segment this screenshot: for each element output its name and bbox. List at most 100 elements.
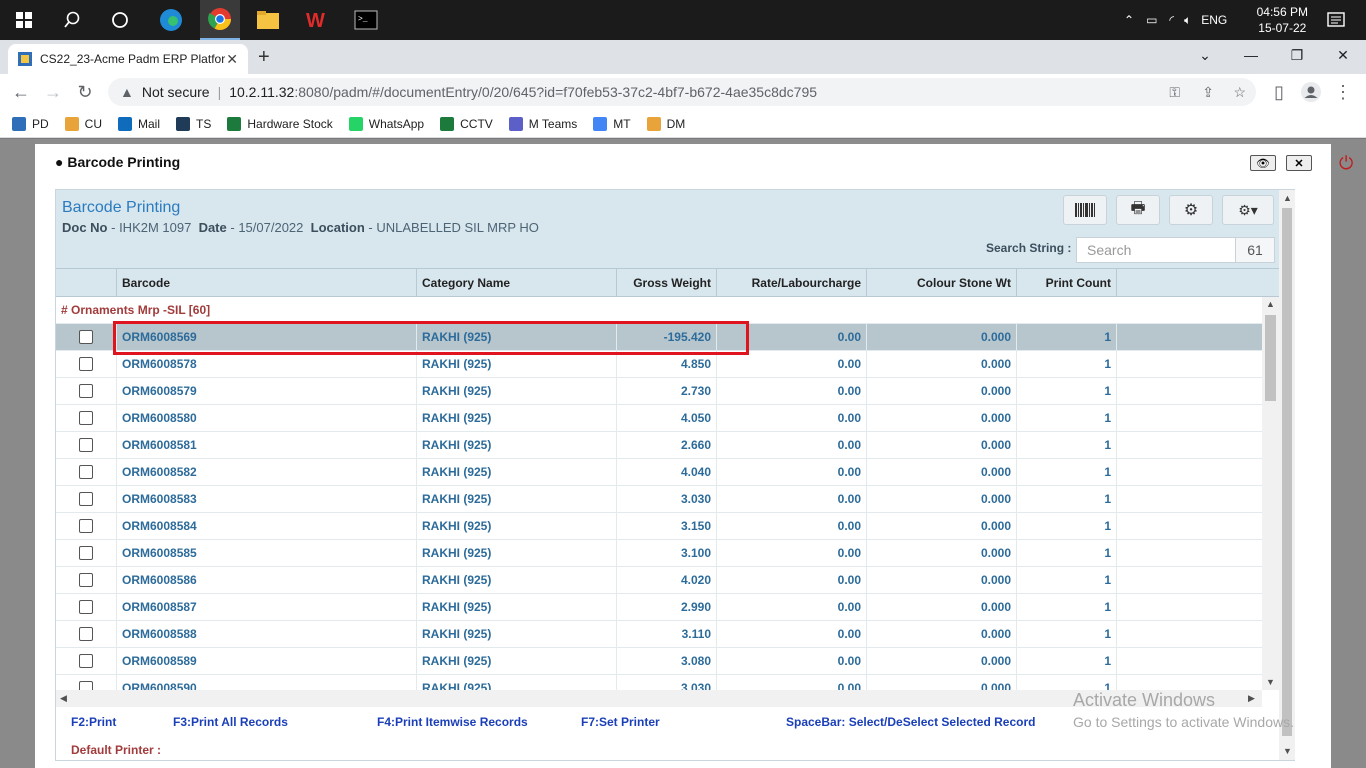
- hotkey-select[interactable]: SpaceBar: Select/DeSelect Selected Recor…: [786, 715, 1035, 729]
- search-icon[interactable]: [58, 6, 86, 34]
- hotkey-print-all[interactable]: F3:Print All Records: [173, 715, 288, 729]
- row-checkbox[interactable]: [79, 330, 93, 344]
- table-row[interactable]: ORM6008587 RAKHI (925) 2.990 0.00 0.000 1: [56, 594, 1262, 621]
- notification-icon[interactable]: [1322, 6, 1350, 34]
- row-checkbox[interactable]: [79, 546, 93, 560]
- table-row[interactable]: ORM6008580 RAKHI (925) 4.050 0.00 0.000 1: [56, 405, 1262, 432]
- bookmark-item[interactable]: M Teams: [508, 116, 577, 131]
- print-button[interactable]: 🖶︎: [1116, 195, 1160, 225]
- windows-start-icon[interactable]: [10, 6, 38, 34]
- hotkey-print[interactable]: F2:Print: [71, 715, 116, 729]
- chevron-up-icon[interactable]: ⌃: [1124, 13, 1134, 27]
- bookmark-item[interactable]: Hardware Stock: [227, 116, 333, 131]
- bookmark-item[interactable]: CCTV: [440, 116, 493, 131]
- row-checkbox[interactable]: [79, 573, 93, 587]
- key-icon[interactable]: ⚿: [1169, 84, 1180, 101]
- row-checkbox[interactable]: [79, 411, 93, 425]
- panel-scroll-thumb[interactable]: [1282, 208, 1292, 736]
- warning-icon[interactable]: ▲: [120, 84, 134, 100]
- barcode-button[interactable]: [1063, 195, 1107, 225]
- bookmark-item[interactable]: DM: [646, 116, 685, 131]
- address-bar[interactable]: ▲ Not secure | 10.2.11.32 :8080/padm/#/d…: [108, 78, 1256, 106]
- scroll-left-icon[interactable]: ◀: [60, 693, 67, 704]
- close-modal-button[interactable]: ✕: [1286, 155, 1312, 171]
- search-input[interactable]: [1076, 237, 1236, 263]
- clock[interactable]: 04:56 PM 15-07-22: [1257, 4, 1308, 36]
- row-checkbox[interactable]: [79, 465, 93, 479]
- row-checkbox[interactable]: [79, 492, 93, 506]
- column-category[interactable]: Category Name: [417, 269, 617, 296]
- table-row[interactable]: ORM6008586 RAKHI (925) 4.020 0.00 0.000 1: [56, 567, 1262, 594]
- bookmark-item[interactable]: PD: [12, 116, 49, 131]
- table-row[interactable]: ORM6008589 RAKHI (925) 3.080 0.00 0.000 1: [56, 648, 1262, 675]
- table-row[interactable]: ORM6008583 RAKHI (925) 3.030 0.00 0.000 1: [56, 486, 1262, 513]
- column-colour-stone[interactable]: Colour Stone Wt: [867, 269, 1017, 296]
- column-print-count[interactable]: Print Count: [1017, 269, 1117, 296]
- reload-button[interactable]: ↻: [72, 80, 98, 104]
- settings-button[interactable]: ⚙︎: [1169, 195, 1213, 225]
- bookmark-item[interactable]: MT: [593, 116, 631, 131]
- bookmark-item[interactable]: CU: [64, 116, 102, 131]
- minimize-button[interactable]: —: [1228, 40, 1274, 70]
- panel-scroll-down-icon[interactable]: ▼: [1283, 746, 1292, 756]
- back-button[interactable]: ←: [8, 80, 34, 104]
- hotkey-set-printer[interactable]: F7:Set Printer: [581, 715, 660, 729]
- bookmark-item[interactable]: TS: [176, 116, 211, 131]
- browser-tab[interactable]: CS22_23-Acme Padm ERP Platfor ✕: [8, 44, 248, 74]
- scroll-right-icon[interactable]: ▶: [1248, 693, 1255, 704]
- file-explorer-icon[interactable]: [254, 6, 282, 34]
- column-gross-weight[interactable]: Gross Weight: [617, 269, 717, 296]
- volume-icon[interactable]: 🔈︎: [1184, 13, 1191, 28]
- close-window-button[interactable]: ✕: [1320, 40, 1366, 70]
- share-icon[interactable]: ⇪: [1202, 84, 1214, 101]
- language-indicator[interactable]: ENG: [1201, 13, 1227, 27]
- bookmark-item[interactable]: WhatsApp: [348, 116, 424, 131]
- table-row[interactable]: ORM6008569 RAKHI (925) -195.420 0.00 0.000 1: [56, 324, 1262, 351]
- column-barcode[interactable]: Barcode: [117, 269, 417, 296]
- chrome-icon[interactable]: [200, 0, 240, 40]
- edge-icon[interactable]: [157, 6, 185, 34]
- table-row[interactable]: ORM6008584 RAKHI (925) 3.150 0.00 0.000 1: [56, 513, 1262, 540]
- side-panel-icon[interactable]: ▯: [1266, 80, 1292, 104]
- row-checkbox[interactable]: [79, 654, 93, 668]
- wps-office-icon[interactable]: W: [304, 6, 332, 34]
- close-tab-icon[interactable]: ✕: [226, 51, 238, 68]
- bookmark-star-icon[interactable]: ☆: [1233, 84, 1246, 101]
- table-row[interactable]: ORM6008588 RAKHI (925) 3.110 0.00 0.000 1: [56, 621, 1262, 648]
- bookmark-item[interactable]: Mail: [118, 116, 160, 131]
- restore-button[interactable]: ❐: [1274, 40, 1320, 70]
- hide-icon[interactable]: 👁︎: [1250, 155, 1276, 171]
- panel-scroll-up-icon[interactable]: ▲: [1283, 193, 1292, 203]
- profile-avatar[interactable]: [1298, 80, 1324, 104]
- column-rate[interactable]: Rate/Labourcharge: [717, 269, 867, 296]
- table-row[interactable]: ORM6008579 RAKHI (925) 2.730 0.00 0.000 1: [56, 378, 1262, 405]
- power-icon[interactable]: ⏻: [1339, 153, 1353, 174]
- battery-icon[interactable]: ▭: [1146, 13, 1157, 27]
- row-checkbox[interactable]: [79, 384, 93, 398]
- scroll-up-icon[interactable]: ▲: [1266, 299, 1275, 309]
- task-view-icon[interactable]: [106, 6, 134, 34]
- forward-button[interactable]: →: [40, 80, 66, 104]
- group-row[interactable]: # Ornaments Mrp -SIL [60]: [56, 297, 1262, 324]
- table-row[interactable]: ORM6008585 RAKHI (925) 3.100 0.00 0.000 1: [56, 540, 1262, 567]
- panel-vertical-scrollbar[interactable]: ▲ ▼: [1279, 190, 1295, 760]
- table-row[interactable]: ORM6008581 RAKHI (925) 2.660 0.00 0.000 1: [56, 432, 1262, 459]
- terminal-icon[interactable]: >_: [352, 6, 380, 34]
- row-checkbox[interactable]: [79, 600, 93, 614]
- scroll-thumb[interactable]: [1265, 315, 1276, 401]
- row-checkbox[interactable]: [79, 519, 93, 533]
- new-tab-button[interactable]: +: [258, 46, 270, 69]
- wifi-icon[interactable]: ◜: [1169, 13, 1174, 27]
- hotkey-print-itemwise[interactable]: F4:Print Itemwise Records: [377, 715, 528, 729]
- row-checkbox[interactable]: [79, 627, 93, 641]
- options-dropdown[interactable]: ⚙︎▾: [1222, 195, 1274, 225]
- scroll-down-icon[interactable]: ▼: [1266, 677, 1275, 687]
- row-checkbox[interactable]: [79, 357, 93, 371]
- not-secure-label[interactable]: Not secure: [142, 84, 210, 100]
- table-row[interactable]: ORM6008578 RAKHI (925) 4.850 0.00 0.000 1: [56, 351, 1262, 378]
- grid-vertical-scrollbar[interactable]: ▲ ▼: [1262, 297, 1279, 690]
- chrome-menu-icon[interactable]: ⋮: [1330, 80, 1356, 104]
- table-row[interactable]: ORM6008582 RAKHI (925) 4.040 0.00 0.000 1: [56, 459, 1262, 486]
- row-checkbox[interactable]: [79, 438, 93, 452]
- tab-search-icon[interactable]: ⌄: [1182, 40, 1228, 70]
